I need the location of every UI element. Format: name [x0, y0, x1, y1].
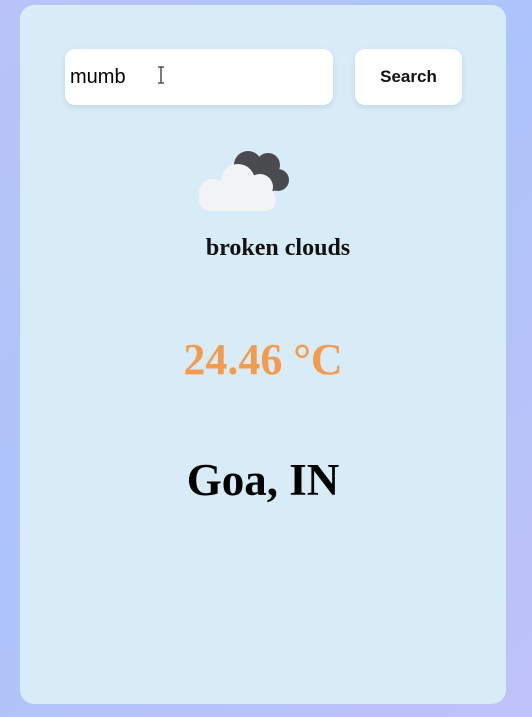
location-name: Goa, IN — [186, 455, 340, 505]
weather-card: Search broken clouds 24.46 °C Goa, IN — [20, 5, 506, 704]
search-button[interactable]: Search — [355, 49, 462, 105]
temperature-value: 24.46 °C — [183, 335, 343, 384]
weather-description: broken clouds — [205, 235, 351, 261]
city-search-input[interactable] — [65, 49, 333, 105]
broken-clouds-icon — [199, 151, 289, 211]
